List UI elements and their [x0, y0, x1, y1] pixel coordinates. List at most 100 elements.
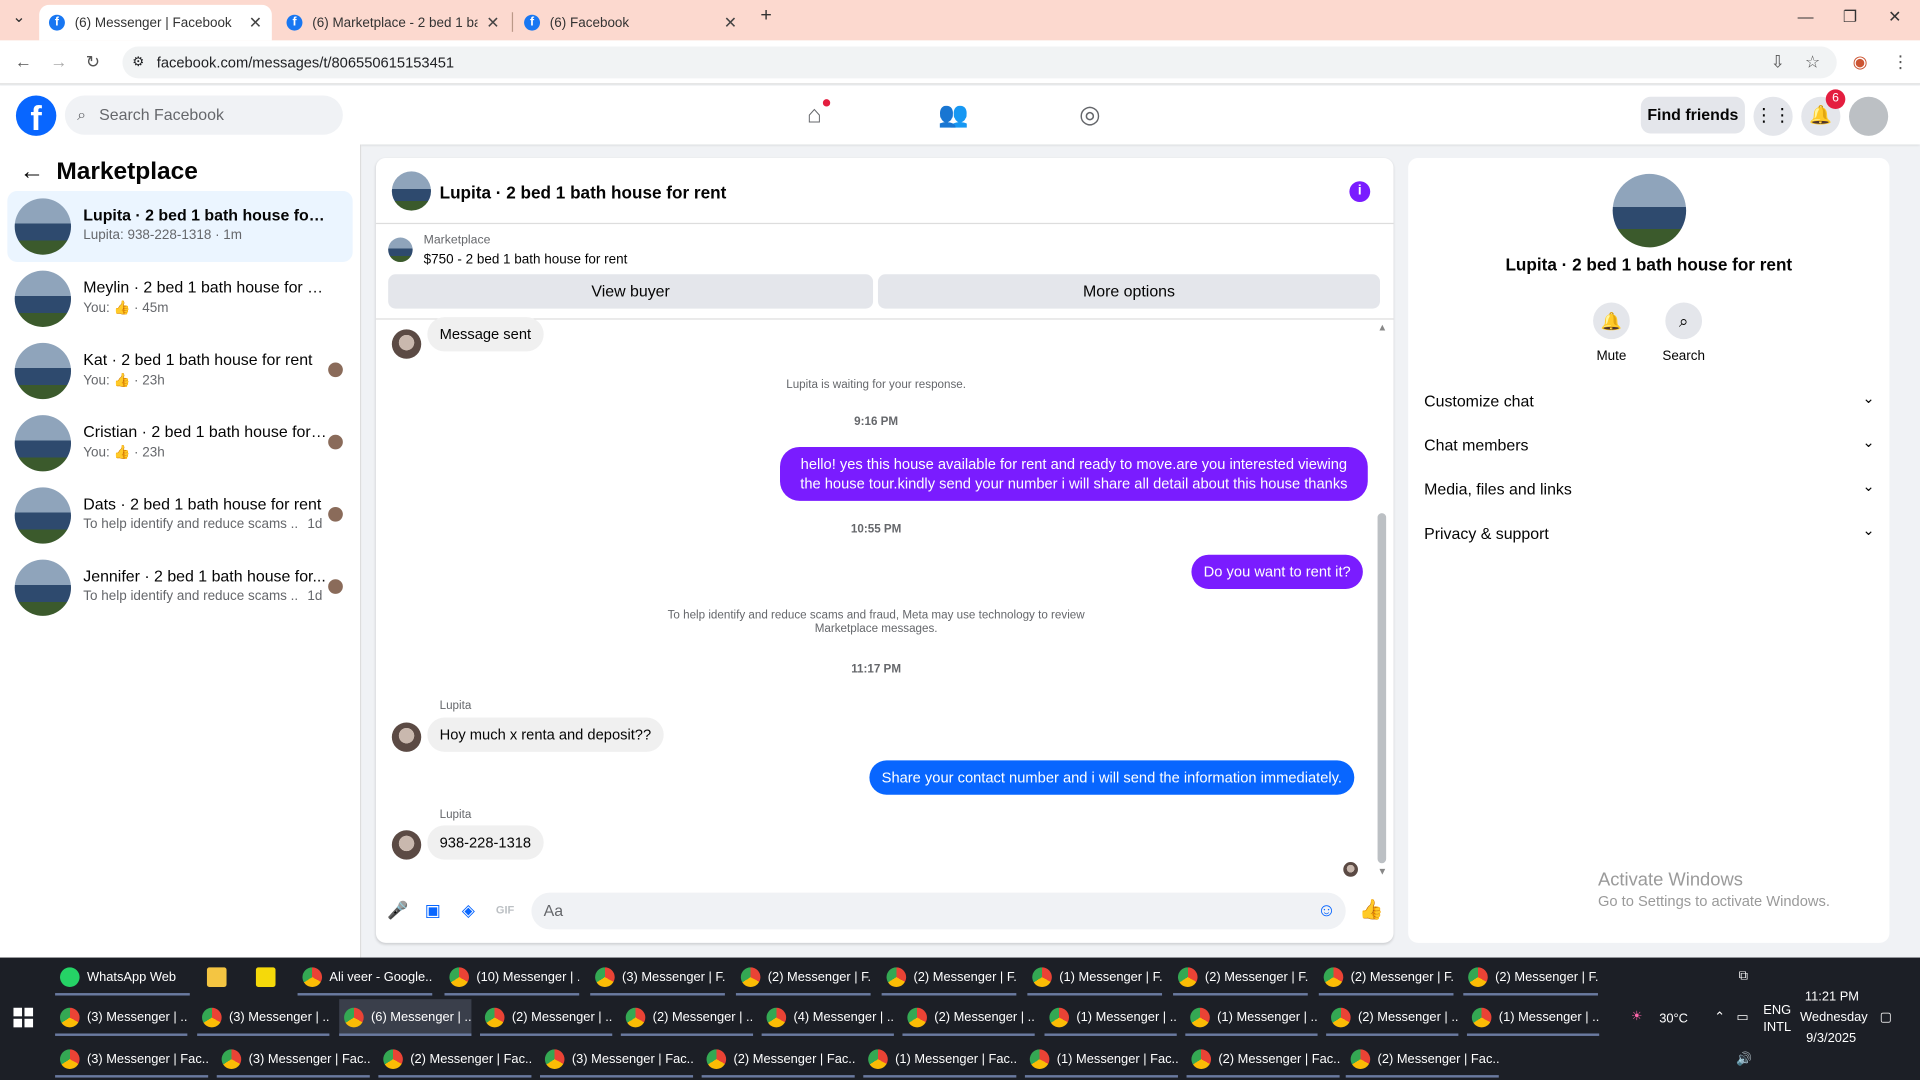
message-input[interactable]: Aa ☺ [531, 892, 1346, 930]
clock-date[interactable]: 9/3/2025 [1806, 1031, 1856, 1046]
network-icon[interactable]: ▭ [1736, 1010, 1748, 1025]
taskbar-item[interactable]: (3) Messenger | ... [55, 999, 188, 1036]
facebook-logo[interactable]: f [15, 95, 57, 136]
search-input[interactable]: ⌕ Search Facebook [64, 95, 343, 135]
new-tab-button[interactable]: + [760, 5, 771, 27]
conversation-name: Jennifer · 2 bed 1 bath house for... [83, 566, 326, 586]
taskbar-item[interactable]: (1) Messenger | ... [1466, 999, 1600, 1036]
menu-icon[interactable]: ⋮ [1892, 51, 1909, 72]
media-files-row[interactable]: Media, files and links ⌄ [1424, 478, 1875, 499]
close-window-button[interactable]: ✕ [1888, 7, 1901, 27]
conversation-item[interactable]: Dats · 2 bed 1 bath house for rent To he… [7, 480, 352, 551]
groups-icon[interactable]: ◎ [1075, 100, 1104, 129]
taskbar-item-active[interactable]: (6) Messenger | ... [339, 999, 472, 1036]
privacy-support-row[interactable]: Privacy & support ⌄ [1424, 522, 1875, 543]
chevron-up-icon[interactable]: ⌃ [1714, 1010, 1725, 1025]
taskbar-item[interactable]: (4) Messenger | ... [761, 999, 894, 1036]
info-icon[interactable]: i [1349, 181, 1371, 203]
listing-title[interactable]: $750 - 2 bed 1 bath house for rent [424, 252, 628, 267]
taskbar-item[interactable]: (2) Messenger | F... [881, 959, 1017, 996]
taskbar-item[interactable]: Ali veer - Google... [297, 959, 433, 996]
taskbar-item[interactable]: (3) Messenger | Fac... [55, 1041, 209, 1078]
taskbar-item[interactable]: (2) Messenger | ... [620, 999, 754, 1036]
windows-start-icon[interactable] [13, 1007, 34, 1028]
tab-marketplace[interactable]: f (6) Marketplace - 2 bed 1 bath h ✕ [277, 5, 510, 41]
taskbar-item[interactable]: (2) Messenger | ... [480, 999, 613, 1036]
gif-icon[interactable]: GIF [495, 900, 516, 921]
friends-icon[interactable]: 👥 [938, 100, 968, 129]
profile-icon[interactable]: ◉ [1853, 51, 1868, 72]
sticker-icon[interactable]: ◈ [458, 900, 479, 921]
install-icon[interactable]: ⇩ [1771, 51, 1785, 72]
close-icon[interactable]: ✕ [724, 13, 737, 33]
taskbar-item[interactable]: (2) Messenger | Fac... [701, 1041, 855, 1078]
conversation-item[interactable]: Meylin · 2 bed 1 bath house for rent You… [7, 263, 352, 334]
weather-icon[interactable]: ☀ [1631, 1009, 1643, 1024]
scrollbar[interactable] [1377, 513, 1387, 864]
conversation-item[interactable]: Cristian · 2 bed 1 bath house for ... Yo… [7, 408, 352, 479]
emoji-icon[interactable]: ☺ [1317, 893, 1336, 930]
forward-icon[interactable]: → [50, 51, 67, 71]
site-info-icon[interactable]: ⚙ [132, 47, 144, 79]
taskbar-item[interactable]: (2) Messenger | F... [1173, 959, 1308, 996]
scroll-up-icon[interactable]: ▲ [1378, 322, 1388, 333]
conversation-item[interactable]: Kat · 2 bed 1 bath house for rent You: 👍… [7, 336, 352, 407]
taskbar-item[interactable]: (2) Messenger | Fac... [378, 1041, 532, 1078]
close-icon[interactable]: ✕ [249, 13, 262, 33]
notification-center-icon[interactable]: ▢ [1880, 1010, 1892, 1025]
taskbar-item[interactable]: (2) Messenger | ... [1326, 999, 1459, 1036]
customize-chat-row[interactable]: Customize chat ⌄ [1424, 389, 1875, 410]
taskbar-item[interactable]: (10) Messenger | ... [444, 959, 580, 996]
language-layout[interactable]: INTL [1763, 1020, 1791, 1035]
reload-icon[interactable]: ↻ [86, 51, 100, 72]
taskbar-item[interactable]: (2) Messenger | Fac... [1345, 1041, 1499, 1078]
search-button[interactable]: ⌕ Search [1647, 302, 1720, 364]
more-options-button[interactable]: More options [877, 274, 1381, 309]
sticky-notes-icon[interactable] [251, 959, 288, 996]
taskbar-item[interactable]: (2) Messenger | F... [1318, 959, 1454, 996]
back-icon[interactable]: ← [15, 51, 32, 71]
like-thumb-icon[interactable]: 👍 [1359, 900, 1383, 921]
taskbar-item[interactable]: (2) Messenger | ... [902, 999, 1035, 1036]
taskbar-item[interactable]: (1) Messenger | Fac... [863, 1041, 1017, 1078]
taskbar-item[interactable]: (3) Messenger | ... [197, 999, 330, 1036]
taskbar-item[interactable]: (2) Messenger | Fac... [1186, 1041, 1340, 1078]
conversation-item[interactable]: Jennifer · 2 bed 1 bath house for... To … [7, 552, 352, 623]
mute-button[interactable]: 🔔 Mute [1575, 302, 1648, 364]
taskbar-item[interactable]: (3) Messenger | F... [590, 959, 725, 996]
language-code[interactable]: ENG [1763, 1003, 1791, 1018]
scroll-down-icon[interactable]: ▼ [1378, 866, 1388, 877]
taskbar-item[interactable]: (1) Messenger | ... [1044, 999, 1177, 1036]
taskbar-item[interactable]: (2) Messenger | F... [1463, 959, 1598, 996]
taskbar-item[interactable]: (1) Messenger | ... [1185, 999, 1318, 1036]
restore-button[interactable]: ❐ [1843, 7, 1857, 27]
taskbar-item[interactable]: WhatsApp Web [55, 959, 190, 996]
bookmark-star-icon[interactable]: ☆ [1805, 51, 1820, 72]
back-arrow-icon[interactable]: ← [20, 158, 44, 186]
account-avatar[interactable] [1848, 96, 1889, 136]
view-buyer-button[interactable]: View buyer [388, 274, 874, 309]
clock-time[interactable]: 11:21 PM [1805, 989, 1859, 1004]
task-view-icon[interactable]: ⧉ [1739, 969, 1748, 985]
taskbar-item[interactable]: (1) Messenger | F... [1027, 959, 1163, 996]
url-field[interactable]: ⚙ facebook.com/messages/t/80655061515345… [122, 46, 1837, 79]
chat-avatar[interactable] [391, 171, 432, 211]
clock-day[interactable]: Wednesday [1800, 1010, 1868, 1025]
microphone-icon[interactable]: 🎤 [387, 900, 408, 921]
close-icon[interactable]: ✕ [486, 13, 499, 33]
taskbar-item[interactable]: (3) Messenger | Fac... [540, 1041, 694, 1078]
chat-members-row[interactable]: Chat members ⌄ [1424, 433, 1875, 454]
taskbar-item[interactable]: (1) Messenger | Fac... [1024, 1041, 1178, 1078]
menu-grid-icon[interactable]: ⋮⋮ [1753, 96, 1793, 136]
taskbar-item[interactable]: (3) Messenger | Fac... [216, 1041, 370, 1078]
volume-icon[interactable]: 🔊 [1736, 1051, 1752, 1067]
find-friends-button[interactable]: Find friends [1640, 96, 1745, 134]
conversation-item[interactable]: Lupita · 2 bed 1 bath house for rent Lup… [7, 191, 353, 263]
file-explorer-icon[interactable] [202, 959, 239, 996]
tab-facebook[interactable]: f (6) Facebook ✕ [514, 5, 747, 41]
minimize-button[interactable]: — [1798, 7, 1814, 25]
photo-icon[interactable]: ▣ [422, 900, 443, 921]
tab-search-icon[interactable]: ⌄ [12, 7, 25, 27]
taskbar-item[interactable]: (2) Messenger | F... [735, 959, 871, 996]
tab-messenger[interactable]: f (6) Messenger | Facebook ✕ [39, 4, 272, 41]
